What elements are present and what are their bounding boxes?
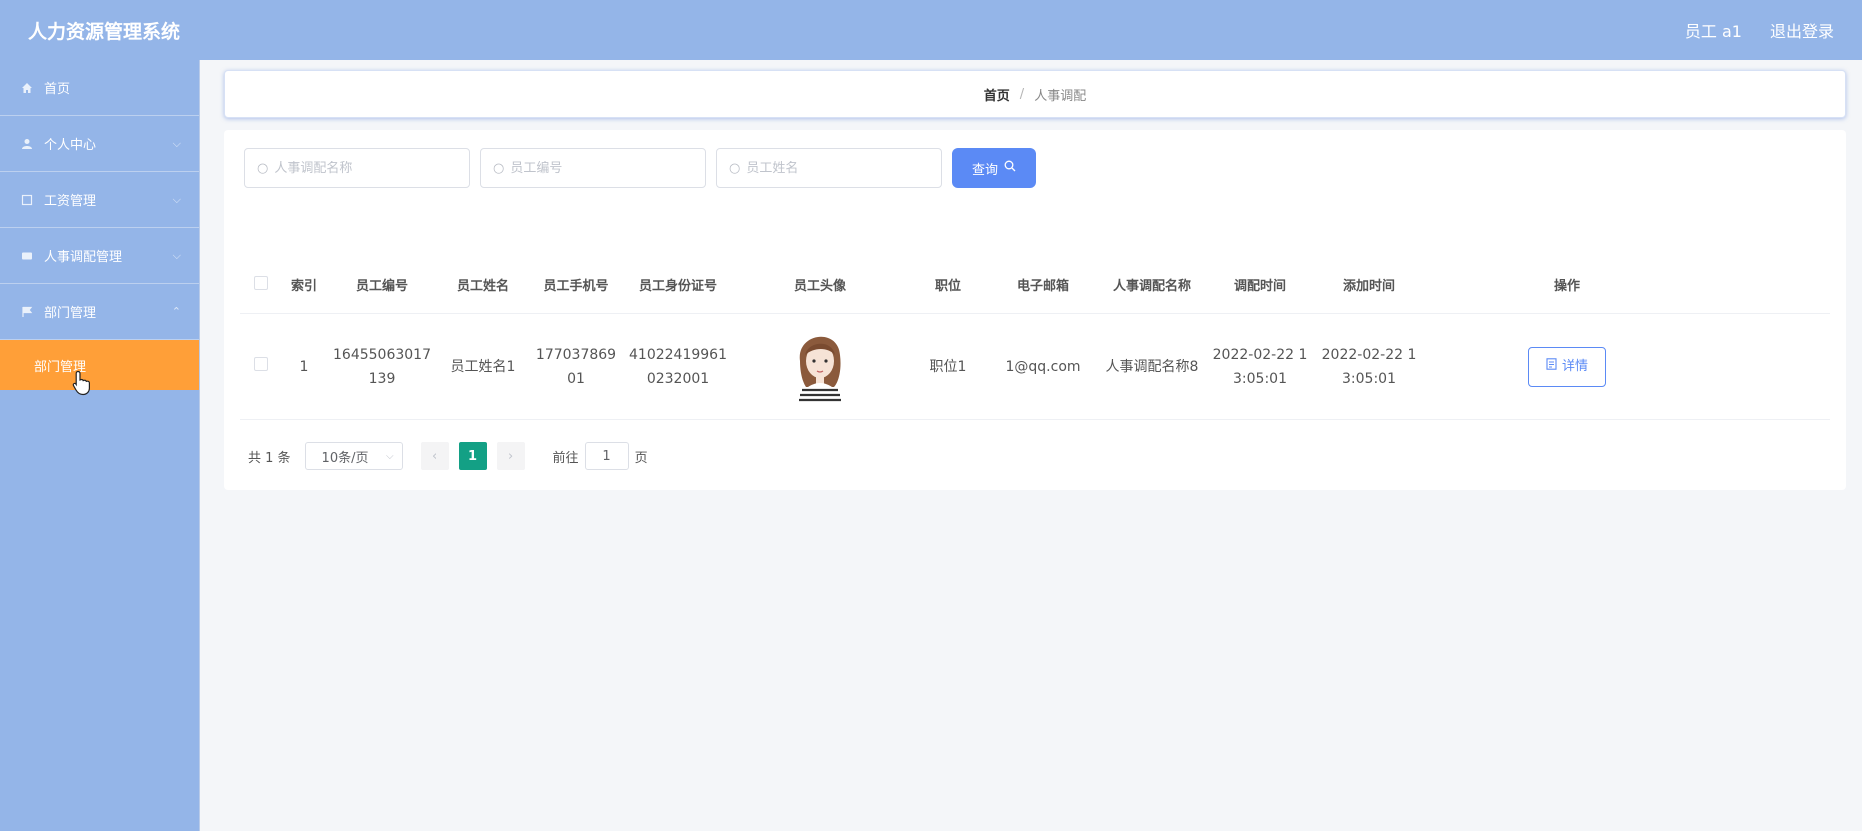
row-checkbox[interactable] xyxy=(254,356,268,371)
column-header: 员工编号 xyxy=(355,278,408,294)
sidebar-item-salary[interactable]: 工资管理 ⌵ xyxy=(0,172,199,228)
top-header: 人力资源管理系统 员工 a1 退出登录 xyxy=(0,0,1862,60)
salary-icon xyxy=(18,194,36,206)
search-icon: ○ xyxy=(493,160,505,176)
transfer-name-input[interactable] xyxy=(274,160,455,176)
select-all-checkbox[interactable] xyxy=(254,275,268,290)
sidebar-item-label: 人事调配管理 xyxy=(44,250,123,265)
goto-page-input[interactable] xyxy=(584,442,629,470)
column-header: 添加时间 xyxy=(1342,278,1395,294)
breadcrumb-separator: / xyxy=(1019,86,1025,102)
employee-name-input[interactable] xyxy=(746,160,927,176)
hand-pointer-icon xyxy=(72,370,90,396)
search-icon: ○ xyxy=(729,160,741,176)
data-table: 索引 员工编号 员工姓名 员工手机号 员工身份证号 员工头像 职位 电子邮箱 人… xyxy=(240,260,1830,420)
sidebar-item-transfer[interactable]: 人事调配管理 ⌵ xyxy=(0,228,199,284)
table-header-row: 索引 员工编号 员工姓名 员工手机号 员工身份证号 员工头像 职位 电子邮箱 人… xyxy=(240,260,1830,314)
page-size-value: 10条/页 xyxy=(321,450,369,466)
column-header: 电子邮箱 xyxy=(1016,278,1069,294)
column-header: 调配时间 xyxy=(1233,278,1286,294)
flag-icon xyxy=(18,306,36,318)
search-icon: ○ xyxy=(257,160,269,176)
detail-button-label: 详情 xyxy=(1561,358,1588,374)
sidebar-item-label: 首页 xyxy=(44,82,71,97)
goto-prefix: 前往 xyxy=(552,450,579,466)
document-icon xyxy=(1546,355,1557,379)
user-icon xyxy=(18,138,36,150)
search-bar: ○ ○ ○ 查询 xyxy=(244,148,1036,188)
chevron-down-icon: ⌵ xyxy=(172,192,181,206)
column-header: 员工身份证号 xyxy=(638,278,717,294)
breadcrumb: 首页 / 人事调配 xyxy=(224,70,1846,118)
search-icon xyxy=(1004,160,1016,176)
search-button[interactable]: 查询 xyxy=(952,148,1036,188)
breadcrumb-home[interactable]: 首页 xyxy=(984,85,1010,104)
pagination-total: 共 1 条 xyxy=(248,450,291,466)
home-icon xyxy=(18,82,36,94)
cell-email: 1@qq.com xyxy=(1005,358,1081,375)
cell-index: 1 xyxy=(299,358,309,375)
column-header: 员工姓名 xyxy=(456,278,509,294)
column-header: 操作 xyxy=(1553,278,1580,294)
header-actions: 员工 a1 退出登录 xyxy=(1685,18,1834,42)
transfer-name-field[interactable]: ○ xyxy=(244,148,470,188)
chevron-down-icon: ⌵ xyxy=(172,248,181,262)
cell-avatar xyxy=(732,321,908,413)
cell-actions: 详情 xyxy=(1424,346,1710,387)
select-all-cell xyxy=(240,275,282,299)
sidebar-item-department[interactable]: 部门管理 ⌃ xyxy=(0,284,199,340)
employee-no-input[interactable] xyxy=(510,160,691,176)
chevron-down-icon: ⌵ xyxy=(385,450,394,462)
sidebar: 首页 个人中心 ⌵ 工资管理 ⌵ 人事调配管理 ⌵ 部门管理 ⌃ 部门管理 xyxy=(0,60,200,831)
sidebar-item-label: 部门管理 xyxy=(44,306,97,321)
prev-page-button[interactable]: ‹ xyxy=(420,442,449,470)
page-number-button[interactable]: 1 xyxy=(458,442,487,470)
sidebar-item-label: 工资管理 xyxy=(44,194,97,209)
sidebar-subitem-department-management[interactable]: 部门管理 xyxy=(0,340,199,390)
column-header: 职位 xyxy=(934,278,961,294)
cell-emp-no: 16455063017139 xyxy=(333,346,431,387)
employee-avatar xyxy=(798,336,842,405)
app-title: 人力资源管理系统 xyxy=(28,20,181,43)
goto-suffix: 页 xyxy=(634,450,648,466)
search-button-label: 查询 xyxy=(971,162,998,178)
employee-name-field[interactable]: ○ xyxy=(716,148,942,188)
goto-page: 前往 页 xyxy=(553,442,648,470)
next-page-button[interactable]: › xyxy=(496,442,525,470)
pagination: 共 1 条 10条/页 ⌵ ‹ 1 › 前往 页 xyxy=(248,442,648,470)
chevron-up-icon: ⌃ xyxy=(171,305,181,318)
transfer-icon xyxy=(18,250,36,262)
cell-transfer-name: 人事调配名称8 xyxy=(1105,358,1199,375)
logout-link[interactable]: 退出登录 xyxy=(1770,18,1834,42)
cell-id-card: 410224199610232001 xyxy=(629,346,727,387)
row-select-cell xyxy=(240,355,282,379)
column-header: 员工头像 xyxy=(793,278,846,294)
current-user[interactable]: 员工 a1 xyxy=(1685,18,1742,42)
sidebar-item-personal-center[interactable]: 个人中心 ⌵ xyxy=(0,116,199,172)
cell-phone: 17703786901 xyxy=(535,346,617,387)
column-header: 人事调配名称 xyxy=(1112,278,1191,294)
sidebar-item-home[interactable]: 首页 xyxy=(0,60,199,116)
cell-transfer-time: 2022-02-22 13:05:01 xyxy=(1212,346,1308,387)
column-header: 索引 xyxy=(290,278,317,294)
cell-add-time: 2022-02-22 13:05:01 xyxy=(1321,346,1417,387)
sidebar-item-label: 个人中心 xyxy=(44,138,97,153)
column-header: 员工手机号 xyxy=(543,278,609,294)
breadcrumb-current: 人事调配 xyxy=(1034,88,1087,104)
page-size-select[interactable]: 10条/页 ⌵ xyxy=(304,442,403,470)
table-row: 1 16455063017139 员工姓名1 17703786901 41022… xyxy=(240,314,1830,420)
content-panel: ○ ○ ○ 查询 索引 员工编号 员工姓名 员工手机号 员工身份证号 员工头像 … xyxy=(224,130,1846,490)
detail-button[interactable]: 详情 xyxy=(1528,346,1606,387)
cell-name: 员工姓名1 xyxy=(450,358,516,375)
cell-position: 职位1 xyxy=(929,358,967,375)
employee-no-field[interactable]: ○ xyxy=(480,148,706,188)
chevron-down-icon: ⌵ xyxy=(172,136,181,150)
